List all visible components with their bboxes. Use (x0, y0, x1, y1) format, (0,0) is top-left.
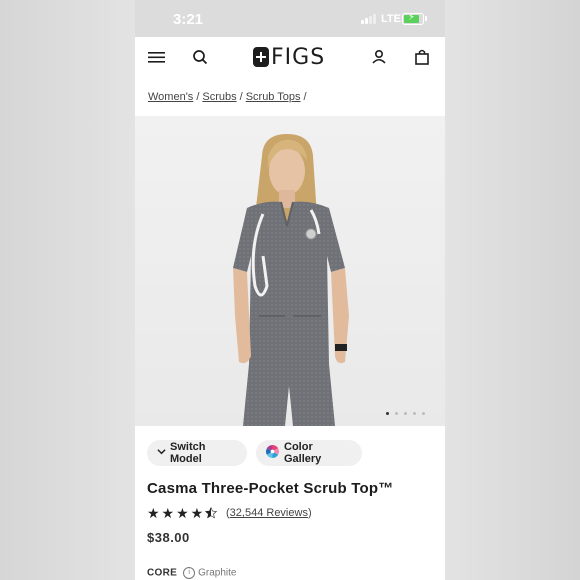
logo-mark-icon (253, 47, 269, 67)
reviews-close-paren: ) (307, 507, 312, 519)
model-photo (233, 134, 349, 426)
color-gallery-button[interactable]: Color Gallery (256, 440, 362, 466)
half-star-icon (205, 505, 218, 521)
status-time: 3:21 (173, 11, 204, 28)
collection-label: CORE (147, 567, 178, 579)
network-label: LTE (381, 13, 401, 25)
phone-screen: 3:21 LTE ⚡ FIGS Women's / Scrubs / Scrub… (135, 0, 445, 580)
reviews-link[interactable]: 32,544 Reviews (230, 507, 308, 519)
gallery-dot[interactable] (386, 412, 389, 415)
gallery-dot[interactable] (422, 412, 425, 415)
background-right (445, 0, 580, 580)
breadcrumb-separator: / (196, 91, 200, 103)
gallery-dot[interactable] (404, 412, 407, 415)
color-wheel-icon (266, 445, 279, 461)
signal-icon (361, 14, 377, 24)
breadcrumb-link-womens[interactable]: Women's (148, 91, 193, 103)
switch-model-label: Switch Model (170, 441, 206, 465)
status-bar: 3:21 LTE ⚡ (135, 0, 445, 37)
breadcrumb-separator: / (303, 91, 307, 103)
background-left (0, 0, 135, 580)
product-price: $38.00 (147, 530, 190, 545)
info-icon[interactable]: i (183, 567, 196, 579)
user-icon[interactable] (369, 47, 389, 67)
gallery-dot[interactable] (413, 412, 416, 415)
gallery-dot[interactable] (395, 412, 398, 415)
full-stars: ★★★★ (147, 505, 206, 521)
chevron-down-icon (157, 447, 166, 459)
shopping-bag-icon[interactable] (412, 47, 432, 67)
reviews-count: (32,544 Reviews) (226, 507, 312, 519)
color-gallery-label: Color Gallery (284, 441, 322, 465)
product-title: Casma Three-Pocket Scrub Top™ (147, 480, 394, 497)
rating-stars: ★★★★ (147, 505, 218, 522)
logo-text: FIGS (271, 45, 326, 70)
breadcrumb: Women's / Scrubs / Scrub Tops / (148, 91, 310, 103)
charging-bolt-icon: ⚡ (408, 12, 416, 23)
search-icon[interactable] (190, 47, 210, 67)
switch-model-button[interactable]: Switch Model (147, 440, 247, 466)
color-name: Graphite (198, 567, 237, 579)
hamburger-menu-icon[interactable] (147, 47, 167, 67)
breadcrumb-link-scrubs[interactable]: Scrubs (202, 91, 236, 103)
top-navigation: FIGS (135, 37, 445, 77)
breadcrumb-link-scrub-tops[interactable]: Scrub Tops (246, 91, 301, 103)
breadcrumb-separator: / (239, 91, 243, 103)
battery-icon: ⚡ (402, 12, 424, 25)
product-image[interactable] (135, 116, 445, 426)
color-selection: CORE i Graphite (147, 567, 236, 579)
battery-tip (425, 16, 427, 21)
